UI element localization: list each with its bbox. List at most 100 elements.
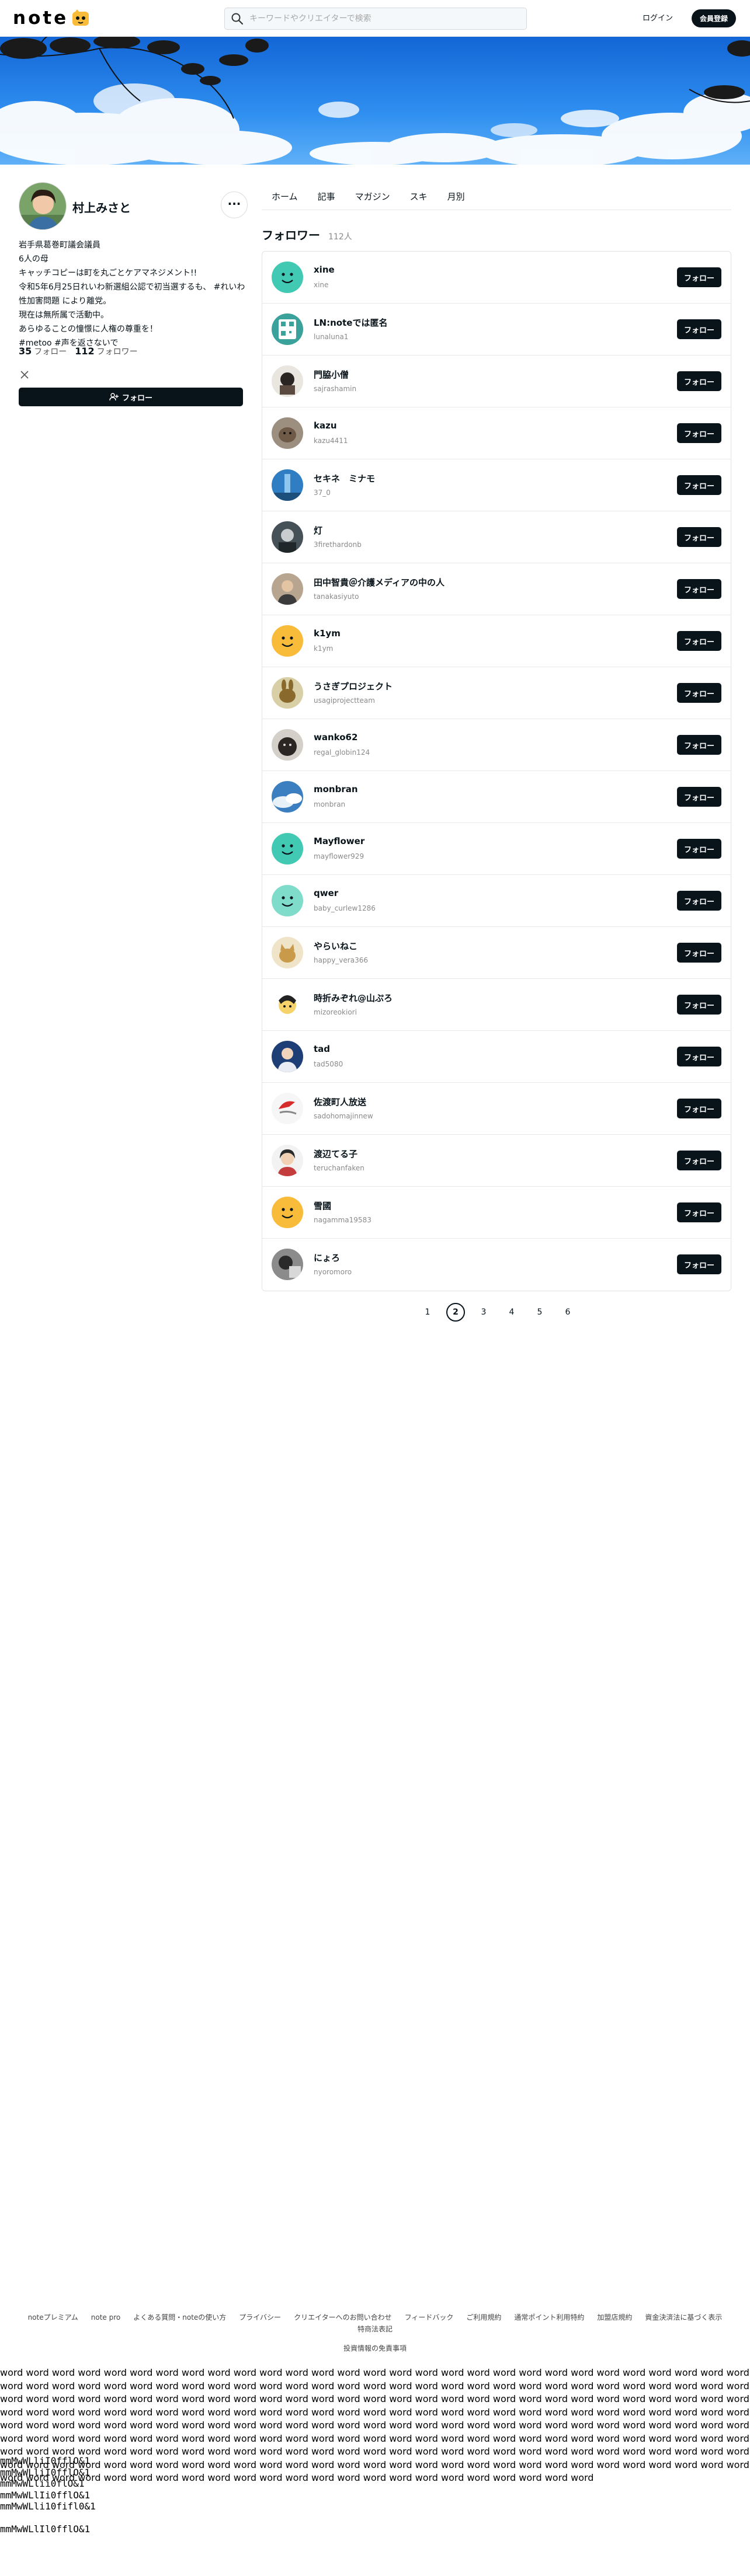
follower-row[interactable]: monbran monbran フォロー	[262, 771, 731, 823]
follower-name[interactable]: 門脇小僧	[314, 368, 349, 381]
follower-avatar[interactable]	[272, 1145, 303, 1176]
footer-link[interactable]: noteプレミアム	[28, 2312, 78, 2323]
follower-avatar[interactable]	[272, 469, 303, 501]
follower-name[interactable]: monbran	[314, 784, 358, 794]
follower-count-link[interactable]: 112 フォロワー	[75, 346, 137, 357]
footer-link[interactable]: プライバシー	[239, 2312, 281, 2323]
follower-avatar[interactable]	[272, 833, 303, 865]
follow-button[interactable]: フォロー	[677, 787, 721, 807]
follower-name[interactable]: LN:noteでは匿名	[314, 316, 387, 329]
follower-name[interactable]: Mayflower	[314, 836, 364, 846]
follower-avatar[interactable]	[272, 1249, 303, 1280]
follower-name[interactable]: xine	[314, 264, 335, 275]
follower-row[interactable]: やらいねこ happy_vera366 フォロー	[262, 927, 731, 979]
footer-link[interactable]: 通常ポイント利用特約	[514, 2312, 584, 2323]
follower-avatar[interactable]	[272, 729, 303, 761]
follower-name[interactable]: やらいねこ	[314, 940, 357, 952]
follow-button[interactable]: フォロー	[677, 527, 721, 547]
follow-button[interactable]: フォロー	[677, 1151, 721, 1170]
follower-name[interactable]: 渡辺てる子	[314, 1148, 357, 1160]
follower-name[interactable]: tad	[314, 1044, 330, 1054]
follower-name[interactable]: 時折みぞれ@山ぷろ	[314, 992, 393, 1004]
follow-button[interactable]: フォロー	[677, 579, 721, 599]
page-1[interactable]: 1	[418, 1303, 437, 1322]
search-box[interactable]	[224, 8, 527, 30]
follower-name[interactable]: 佐渡町人放送	[314, 1096, 366, 1108]
follower-row[interactable]: xine xine フォロー	[262, 252, 731, 304]
follow-button[interactable]: フォロー	[677, 631, 721, 651]
footer-link[interactable]: 加盟店規約	[597, 2312, 632, 2323]
follow-button[interactable]: フォロー	[677, 371, 721, 391]
more-options-button[interactable]: ···	[221, 191, 248, 218]
follower-row[interactable]: Mayflower mayflower929 フォロー	[262, 823, 731, 875]
follower-row[interactable]: qwer baby_curlew1286 フォロー	[262, 875, 731, 927]
following-count-link[interactable]: 35 フォロー	[19, 346, 67, 357]
follower-row[interactable]: 時折みぞれ@山ぷろ mizoreokiori フォロー	[262, 979, 731, 1031]
search-input[interactable]	[249, 14, 506, 23]
follower-row[interactable]: セキネ ミナモ 37_0 フォロー	[262, 459, 731, 511]
x-twitter-icon[interactable]	[20, 370, 29, 379]
follower-row[interactable]: にょろ nyoromoro フォロー	[262, 1239, 731, 1291]
footer-link-disclaimer[interactable]: 投資情報の免責事項	[0, 2343, 750, 2353]
follower-avatar[interactable]	[272, 313, 303, 345]
tab-likes[interactable]: スキ	[400, 181, 438, 210]
footer-link[interactable]: フィードバック	[405, 2312, 454, 2323]
tab-articles[interactable]: 記事	[308, 181, 345, 210]
follower-row[interactable]: k1ym k1ym フォロー	[262, 615, 731, 667]
follow-button[interactable]: フォロー	[677, 267, 721, 287]
login-link[interactable]: ログイン	[643, 12, 673, 23]
follower-row[interactable]: 佐渡町人放送 sadohomajinnew フォロー	[262, 1083, 731, 1135]
follow-button[interactable]: フォロー	[677, 943, 721, 963]
follower-name[interactable]: にょろ	[314, 1252, 340, 1264]
follower-row[interactable]: 渡辺てる子 teruchanfaken フォロー	[262, 1135, 731, 1187]
follower-row[interactable]: kazu kazu4411 フォロー	[262, 407, 731, 459]
follower-avatar[interactable]	[272, 573, 303, 605]
follow-button[interactable]: フォロー	[677, 475, 721, 495]
page-2[interactable]: 2	[446, 1303, 465, 1322]
tab-magazines[interactable]: マガジン	[345, 181, 400, 210]
follower-name[interactable]: wanko62	[314, 732, 357, 743]
follower-avatar[interactable]	[272, 625, 303, 657]
follower-name[interactable]: セキネ ミナモ	[314, 472, 375, 484]
follow-button[interactable]: フォロー	[677, 839, 721, 859]
follower-avatar[interactable]	[272, 677, 303, 709]
follower-row[interactable]: 灯 3firethardonb フォロー	[262, 511, 731, 563]
tab-monthly[interactable]: 月別	[438, 181, 475, 210]
follower-avatar[interactable]	[272, 937, 303, 968]
follower-row[interactable]: 田中智貴＠介護メディアの中の人 tanakasiyuto フォロー	[262, 563, 731, 615]
follower-row[interactable]: うさぎプロジェクト usagiprojectteam フォロー	[262, 667, 731, 719]
follower-row[interactable]: 雪國 nagamma19583 フォロー	[262, 1187, 731, 1239]
follower-name[interactable]: qwer	[314, 888, 338, 898]
follow-button[interactable]: フォロー	[677, 735, 721, 755]
follower-name[interactable]: 灯	[314, 524, 322, 536]
page-6[interactable]: 6	[558, 1303, 577, 1322]
follower-avatar[interactable]	[272, 1197, 303, 1228]
page-3[interactable]: 3	[474, 1303, 493, 1322]
follow-button[interactable]: フォロー	[677, 995, 721, 1015]
follower-avatar[interactable]	[272, 365, 303, 397]
profile-avatar[interactable]	[19, 182, 67, 230]
follower-name[interactable]: 雪國	[314, 1200, 331, 1212]
follower-name[interactable]: うさぎプロジェクト	[314, 680, 393, 692]
follower-avatar[interactable]	[272, 1041, 303, 1072]
follower-avatar[interactable]	[272, 781, 303, 813]
follow-button[interactable]: フォロー	[677, 1047, 721, 1066]
footer-link[interactable]: クリエイターへのお問い合わせ	[294, 2312, 392, 2323]
footer-link[interactable]: ご利用規約	[466, 2312, 501, 2323]
footer-link[interactable]: note pro	[91, 2312, 120, 2323]
follower-avatar[interactable]	[272, 417, 303, 449]
follow-button[interactable]: フォロー	[677, 1099, 721, 1118]
footer-link[interactable]: 資金決済法に基づく表示	[645, 2312, 722, 2323]
follower-avatar[interactable]	[272, 1093, 303, 1124]
footer-link[interactable]: 特商法表記	[357, 2323, 393, 2335]
follower-avatar[interactable]	[272, 885, 303, 916]
follower-name[interactable]: k1ym	[314, 628, 341, 639]
follow-button[interactable]: フォロー	[677, 683, 721, 703]
signup-button[interactable]: 会員登録	[692, 9, 736, 27]
follower-avatar[interactable]	[272, 521, 303, 553]
follower-name[interactable]: 田中智貴＠介護メディアの中の人	[314, 576, 445, 588]
page-5[interactable]: 5	[530, 1303, 549, 1322]
follow-button[interactable]: フォロー	[677, 1202, 721, 1222]
follow-button[interactable]: フォロー	[677, 423, 721, 443]
footer-link[interactable]: よくある質問・noteの使い方	[133, 2312, 226, 2323]
